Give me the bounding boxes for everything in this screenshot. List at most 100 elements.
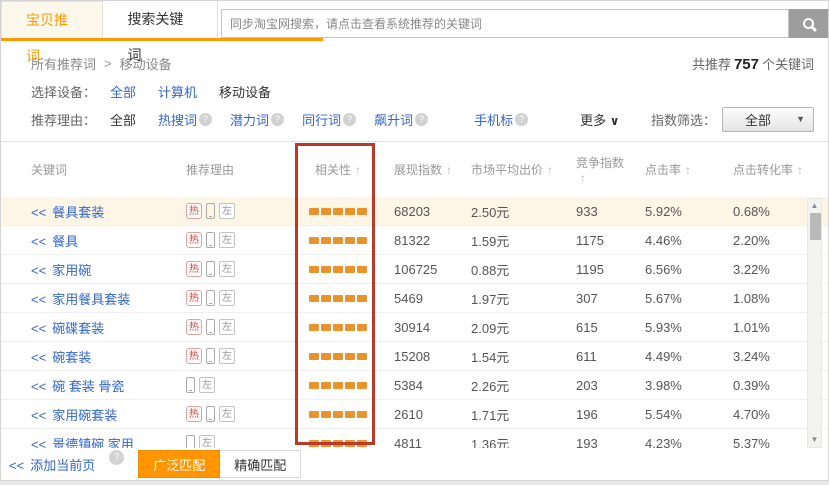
keyword-link[interactable]: <<碗 套装 骨瓷 xyxy=(31,379,124,394)
header-relevance-sort[interactable]: 相关性↑ xyxy=(294,161,382,178)
price-value: 1.36元 xyxy=(459,434,558,449)
add-current-page-link[interactable]: <<添加当前页 xyxy=(9,455,95,474)
reason-option-mobile-tag[interactable]: 手机标 xyxy=(474,110,513,129)
help-icon[interactable]: ? xyxy=(271,113,284,126)
price-value: 2.09元 xyxy=(459,318,558,337)
keyword-link[interactable]: <<餐具 xyxy=(31,234,78,249)
header-cvr-sort[interactable]: 点击转化率↑ xyxy=(713,161,828,178)
reason-option-potential[interactable]: 潜力词 xyxy=(230,110,269,129)
device-option-all[interactable]: 全部 xyxy=(110,82,136,101)
ctr-value: 5.54% xyxy=(633,407,713,422)
more-filters-toggle[interactable]: 更多 ∨ xyxy=(580,110,618,129)
table-row: <<家用碗套装 热 左 2610 1.71元 196 5.54% 4.70% xyxy=(1,400,828,429)
table-body: <<餐具套装 热 左 68203 2.50元 933 5.92% 0.68% <… xyxy=(1,197,828,448)
relevance-bar xyxy=(308,353,368,360)
price-value: 1.97元 xyxy=(459,289,558,308)
header-impression-sort[interactable]: 展现指数↑ xyxy=(382,161,459,178)
index-filter-label: 指数筛选： xyxy=(651,110,716,129)
help-icon[interactable]: ? xyxy=(515,113,528,126)
breadcrumb-row: 所有推荐词 > 移动设备 共推荐757个关键词 xyxy=(31,49,814,77)
relevance-bar xyxy=(308,440,368,447)
competition-value: 1195 xyxy=(558,262,633,277)
device-option-mobile-selected[interactable]: 移动设备 xyxy=(219,82,271,101)
relevance-bar xyxy=(308,237,368,244)
help-icon[interactable]: ? xyxy=(343,113,356,126)
table-header-row: 关键词 推荐理由 相关性↑ 展现指数↑ 市场平均出价↑ 竞争指数↑ 点击率↑ 点… xyxy=(1,141,828,197)
sort-up-icon: ↑ xyxy=(355,163,361,177)
tab-search-keyword[interactable]: 搜索关键词 xyxy=(103,1,218,38)
price-value: 2.26元 xyxy=(459,376,558,395)
table-row: <<家用碗 热 左 106725 0.88元 1195 6.56% 3.22% xyxy=(1,255,828,284)
reason-option-peer[interactable]: 同行词 xyxy=(302,110,341,129)
keyword-link[interactable]: <<家用餐具套装 xyxy=(31,292,130,307)
search-bar xyxy=(221,1,828,41)
tab-bar: 宝贝推词 搜索关键词 xyxy=(1,1,828,41)
left-match-icon: 左 xyxy=(219,203,235,219)
sort-up-icon: ↑ xyxy=(446,163,452,177)
competition-value: 193 xyxy=(558,436,633,449)
competition-value: 203 xyxy=(558,378,633,393)
keyword-link[interactable]: <<家用碗 xyxy=(31,263,91,278)
competition-value: 196 xyxy=(558,407,633,422)
impression-value: 5384 xyxy=(382,378,459,393)
competition-value: 615 xyxy=(558,320,633,335)
dropdown-caret-icon: ▼ xyxy=(796,114,805,124)
expand-left-icon: << xyxy=(31,205,46,220)
left-match-icon: 左 xyxy=(219,232,235,248)
table-scrollbar[interactable]: ▲ ▼ xyxy=(807,198,822,448)
device-option-pc[interactable]: 计算机 xyxy=(158,82,197,101)
keyword-link[interactable]: <<家用碗套装 xyxy=(31,408,117,423)
help-icon[interactable]: ? xyxy=(415,113,428,126)
hot-word-icon: 热 xyxy=(186,406,202,422)
reason-filter-label: 推荐理由： xyxy=(31,110,96,129)
competition-value: 611 xyxy=(558,349,633,364)
left-match-icon: 左 xyxy=(219,406,235,422)
hot-word-icon: 热 xyxy=(186,261,202,277)
tab-item-recommend[interactable]: 宝贝推词 xyxy=(1,1,103,38)
mobile-phone-icon xyxy=(206,232,215,248)
impression-value: 15208 xyxy=(382,349,459,364)
search-input[interactable] xyxy=(221,9,789,38)
expand-left-icon: << xyxy=(31,263,46,278)
impression-value: 4811 xyxy=(382,436,459,449)
scroll-down-icon[interactable]: ▼ xyxy=(808,434,821,446)
mobile-phone-icon xyxy=(206,406,215,422)
scrollbar-thumb[interactable] xyxy=(810,213,821,240)
breadcrumb-root[interactable]: 所有推荐词 xyxy=(31,54,96,73)
hot-word-icon: 热 xyxy=(186,203,202,219)
table-row: <<碗 套装 骨瓷 热 左 5384 2.26元 203 3.98% 0.39% xyxy=(1,371,828,400)
reason-option-rising[interactable]: 飙升词 xyxy=(374,110,413,129)
keyword-link[interactable]: <<碗碟套装 xyxy=(31,321,104,336)
reason-option-hot[interactable]: 热搜词 xyxy=(158,110,197,129)
ctr-value: 5.92% xyxy=(633,204,713,219)
breadcrumb-separator: > xyxy=(104,56,112,71)
header-ctr-sort[interactable]: 点击率↑ xyxy=(633,161,713,178)
reason-option-all-selected[interactable]: 全部 xyxy=(110,110,136,129)
index-filter-select[interactable]: 全部 ▼ xyxy=(722,107,814,132)
competition-value: 933 xyxy=(558,204,633,219)
total-count-text: 共推荐757个关键词 xyxy=(692,54,814,73)
scroll-up-icon[interactable]: ▲ xyxy=(808,200,821,212)
left-match-icon: 左 xyxy=(199,435,215,448)
keyword-link[interactable]: <<景德镇碗 家用 xyxy=(31,437,134,449)
left-match-icon: 左 xyxy=(219,290,235,306)
header-keyword: 关键词 xyxy=(1,161,176,178)
broad-match-button[interactable]: 广泛匹配 xyxy=(138,450,220,478)
exact-match-button[interactable]: 精确匹配 xyxy=(220,450,301,478)
help-icon[interactable]: ? xyxy=(199,113,212,126)
search-button[interactable] xyxy=(789,9,828,38)
ctr-value: 6.56% xyxy=(633,262,713,277)
price-value: 1.59元 xyxy=(459,231,558,250)
keyword-link[interactable]: <<餐具套装 xyxy=(31,205,104,220)
chevron-down-icon: ∨ xyxy=(610,114,619,128)
ctr-value: 5.67% xyxy=(633,291,713,306)
mobile-phone-icon xyxy=(206,261,215,277)
expand-left-icon: << xyxy=(31,350,46,365)
table-row: <<碗碟套装 热 左 30914 2.09元 615 5.93% 1.01% xyxy=(1,313,828,342)
expand-left-icon: << xyxy=(31,234,46,249)
header-price-sort[interactable]: 市场平均出价↑ xyxy=(459,161,558,178)
header-competition-sort[interactable]: 竞争指数↑ xyxy=(558,154,633,185)
keyword-link[interactable]: <<碗套装 xyxy=(31,350,91,365)
help-icon[interactable]: ? xyxy=(109,450,124,465)
hot-word-icon: 热 xyxy=(186,348,202,364)
